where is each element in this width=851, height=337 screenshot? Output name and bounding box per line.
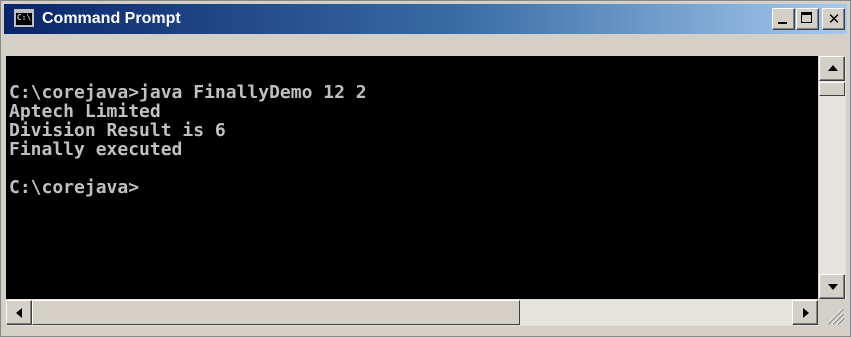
window-title: Command Prompt [42, 10, 181, 27]
close-icon: ✕ [827, 10, 841, 28]
scroll-down-arrow-icon [828, 284, 838, 290]
console-app-icon[interactable]: C:\ [14, 9, 34, 27]
vertical-scroll-thumb[interactable] [819, 82, 845, 96]
minimize-icon [778, 22, 787, 24]
scroll-left-arrow-icon [16, 308, 22, 318]
resize-grip-icon[interactable] [819, 299, 846, 326]
scroll-right-arrow-icon [803, 308, 809, 318]
close-button[interactable]: ✕ [822, 8, 845, 30]
console-line: Finally executed [9, 139, 183, 160]
console-output[interactable]: C:\corejava>java FinallyDemo 12 2 Aptech… [6, 56, 818, 299]
minimize-button[interactable] [772, 8, 795, 30]
maximize-button[interactable] [796, 8, 819, 30]
maximize-icon [801, 12, 812, 23]
console-text: C:\corejava>java FinallyDemo 12 2 Aptech… [9, 83, 367, 197]
scroll-right-button[interactable] [792, 300, 818, 325]
scroll-up-arrow-icon [828, 65, 838, 71]
scroll-up-button[interactable] [819, 56, 845, 81]
vertical-scrollbar[interactable] [819, 56, 846, 299]
horizontal-scrollbar[interactable] [6, 299, 818, 326]
console-line: Division Result is 6 [9, 120, 226, 141]
console-line: C:\corejava>java FinallyDemo 12 2 [9, 82, 367, 103]
scroll-left-button[interactable] [6, 300, 32, 325]
console-line: Aptech Limited [9, 101, 161, 122]
scroll-down-button[interactable] [819, 274, 845, 299]
command-prompt-window: C:\ Command Prompt ✕ C:\corejava>java Fi… [0, 0, 851, 337]
title-bar[interactable]: C:\ Command Prompt ✕ [4, 4, 847, 34]
console-prompt-line: C:\corejava> [9, 177, 140, 198]
horizontal-scroll-thumb[interactable] [32, 300, 520, 325]
